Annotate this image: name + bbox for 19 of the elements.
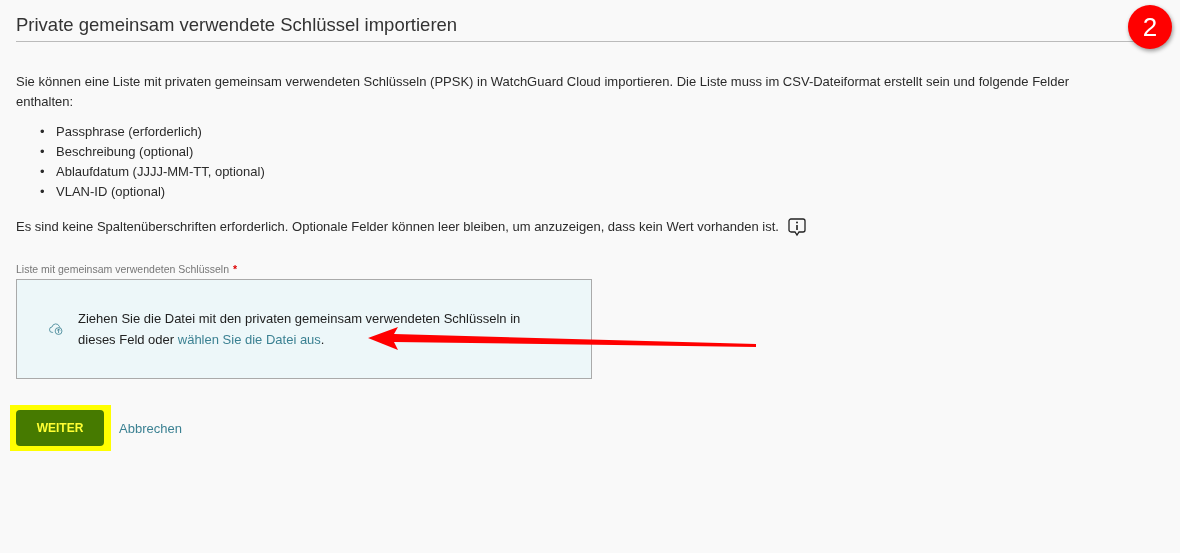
bullet: • — [40, 163, 46, 181]
field-item: VLAN-ID (optional) — [56, 183, 166, 201]
file-drop-zone[interactable]: Ziehen Sie die Datei mit den privaten gemeinsam verwendeten Schlüsseln in dieses Feld oder wählen Sie die Datei aus. — [16, 279, 592, 379]
step-badge: 2 — [1128, 5, 1172, 49]
intro-text: Sie können eine Liste mit privaten gemeinsam verwendeten Schlüsseln (PPSK) in WatchGuard Cloud importieren. Die Liste muss im CSV-Dateiformat erstellt sein und folgende Felder enthalten: — [16, 73, 1070, 111]
note-text: Es sind keine Spaltenüberschriften erforderlich. Optionale Felder können leer bleiben, um anzuzeigen, dass kein Wert vorhanden ist. — [16, 218, 779, 236]
field-label: Liste mit gemeinsam verwendeten Schlüsseln — [16, 263, 230, 275]
cancel-link[interactable]: Abbrechen — [119, 420, 182, 436]
bullet: • — [40, 143, 46, 161]
bullet: • — [40, 123, 46, 141]
required-mark: * — [233, 263, 238, 275]
field-item: Ablaufdatum (JJJJ-MM-TT, optional) — [56, 163, 265, 181]
drop-instructions: Ziehen Sie die Datei mit den privaten gemeinsam verwendeten Schlüsseln in dieses Feld oder wählen Sie die Datei aus. — [78, 310, 522, 349]
field-item: Passphrase (erforderlich) — [56, 123, 202, 141]
info-icon[interactable] — [786, 217, 807, 237]
next-button[interactable]: WEITER — [16, 410, 104, 446]
bullet: • — [40, 183, 46, 201]
field-item: Beschreibung (optional) — [56, 143, 194, 161]
choose-file-link[interactable]: wählen Sie die Datei aus — [177, 332, 321, 347]
